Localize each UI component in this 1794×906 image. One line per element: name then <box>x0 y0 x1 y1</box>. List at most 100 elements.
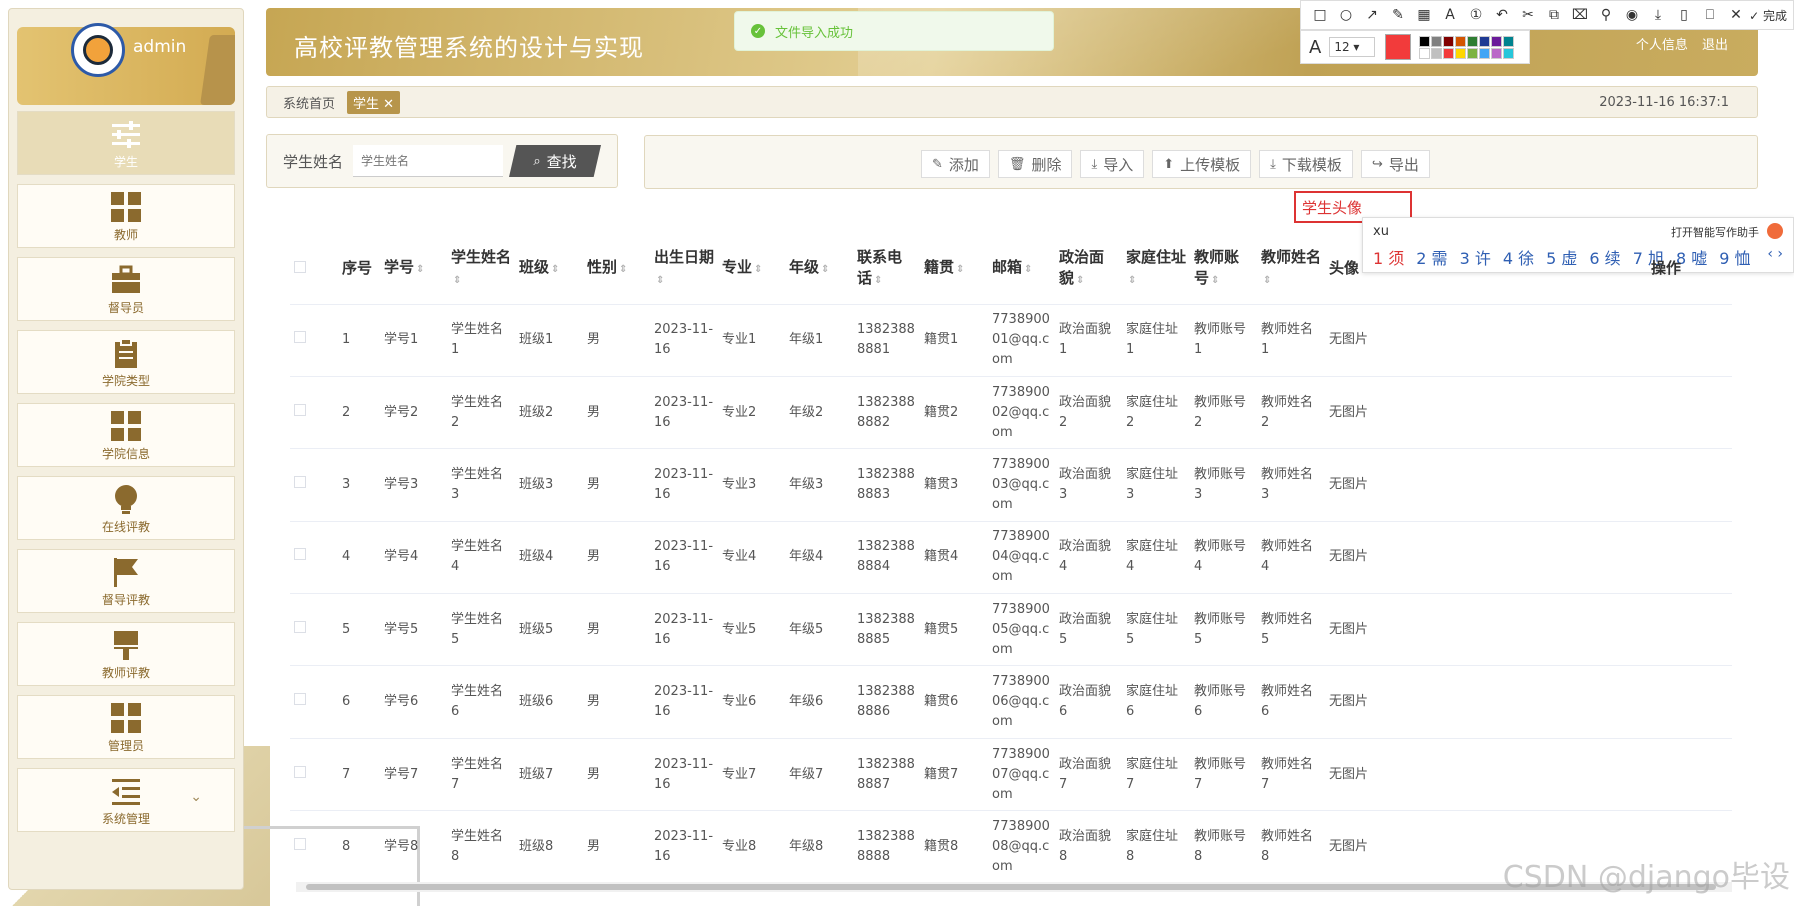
sort-icon[interactable]: ⇕ <box>453 275 461 286</box>
download-template-button[interactable]: ⤓ 下载模板 <box>1259 150 1353 178</box>
column-header[interactable]: 性别 ⇕ <box>583 234 650 305</box>
sidebar-item-8[interactable]: 管理员 <box>17 695 235 759</box>
number-tool-icon[interactable]: ① <box>1463 7 1489 23</box>
table-row[interactable]: 6 学号6 学生姓名6 班级6 男 2023-11-16 专业6 年级6 13823888886… <box>290 665 1732 739</box>
sidebar-item-1[interactable]: 教师 <box>17 184 235 248</box>
sidebar-item-2[interactable]: 督导员 <box>17 257 235 321</box>
search-button[interactable]: ⌕ 查找 <box>509 145 602 177</box>
palette-swatch[interactable] <box>1431 47 1443 59</box>
palette-swatch[interactable] <box>1503 35 1515 47</box>
pin-icon[interactable]: ⚲ <box>1593 7 1619 23</box>
row-checkbox[interactable] <box>294 475 306 488</box>
sort-icon[interactable]: ⇕ <box>956 264 964 275</box>
palette-swatch[interactable] <box>1455 47 1467 59</box>
color-palette[interactable] <box>1419 35 1515 59</box>
ocr-icon[interactable]: ⌧ <box>1567 7 1593 23</box>
sidebar-item-4[interactable]: 学院信息 <box>17 403 235 467</box>
palette-swatch[interactable] <box>1467 35 1479 47</box>
export-button[interactable]: ↪ 导出 <box>1360 150 1430 178</box>
sidebar-item-7[interactable]: 教师评教 <box>17 622 235 686</box>
ellipse-tool-icon[interactable]: ○ <box>1333 7 1359 23</box>
search-input[interactable] <box>353 145 504 177</box>
table-row[interactable]: 3 学号3 学生姓名3 班级3 男 2023-11-16 专业3 年级3 13823888883… <box>290 448 1732 522</box>
delete-button[interactable]: 🗑 删除 <box>997 150 1073 178</box>
sort-icon[interactable]: ⇕ <box>821 264 829 275</box>
row-checkbox[interactable] <box>294 765 306 778</box>
arrow-tool-icon[interactable]: ↗ <box>1359 7 1385 23</box>
done-button[interactable]: ✓ 完成 <box>1749 7 1787 24</box>
row-checkbox[interactable] <box>294 620 306 633</box>
sort-icon[interactable]: ⇕ <box>1263 275 1271 286</box>
row-checkbox[interactable] <box>294 693 306 706</box>
sort-icon[interactable]: ⇕ <box>416 264 424 275</box>
table-row[interactable]: 5 学号5 学生姓名5 班级5 男 2023-11-16 专业5 年级5 13823888885… <box>290 593 1732 667</box>
palette-swatch[interactable] <box>1419 47 1431 59</box>
breadcrumb-home[interactable]: 系统首页 <box>283 93 335 112</box>
sidebar-item-6[interactable]: 督导评教 <box>17 549 235 613</box>
sort-icon[interactable]: ⇕ <box>551 264 559 275</box>
bookmark-icon[interactable]: ⎕ <box>1697 7 1723 23</box>
palette-swatch[interactable] <box>1479 35 1491 47</box>
text-tool-icon[interactable]: A <box>1437 7 1463 23</box>
breadcrumb-tag[interactable]: 学生 ✕ <box>347 90 401 114</box>
rectangle-tool-icon[interactable]: □ <box>1307 7 1333 23</box>
close-icon[interactable]: ✕ <box>1723 7 1749 23</box>
save-icon[interactable]: ▯ <box>1671 7 1697 23</box>
row-checkbox[interactable] <box>294 403 306 416</box>
column-header[interactable]: 班级 ⇕ <box>515 234 583 305</box>
font-size-select[interactable]: 12 ▾ <box>1329 37 1376 57</box>
palette-swatch[interactable] <box>1479 47 1491 59</box>
row-checkbox[interactable] <box>294 837 306 850</box>
ime-page-nav[interactable]: ‹ › <box>1767 246 1783 262</box>
sidebar-item-3[interactable]: 学院类型 <box>17 330 235 394</box>
sidebar-item-0[interactable]: 学生 <box>17 111 235 175</box>
select-all-checkbox[interactable] <box>294 261 306 274</box>
column-header[interactable]: 政治面貌 ⇕ <box>1055 234 1122 305</box>
record-icon[interactable]: ◉ <box>1619 7 1645 23</box>
column-header[interactable]: 教师账号 ⇕ <box>1190 234 1257 305</box>
palette-swatch[interactable] <box>1467 47 1479 59</box>
sidebar-item-5[interactable]: 在线评教 <box>17 476 235 540</box>
column-header[interactable]: 联系电话 ⇕ <box>853 234 920 305</box>
column-header[interactable]: 学生姓名 ⇕ <box>447 234 515 305</box>
palette-swatch[interactable] <box>1443 47 1455 59</box>
sidebar-item-9[interactable]: 系统管理 ⌄ <box>17 768 235 832</box>
table-row[interactable]: 7 学号7 学生姓名7 班级7 男 2023-11-16 专业7 年级7 13823888887… <box>290 738 1732 812</box>
row-checkbox[interactable] <box>294 331 306 344</box>
row-checkbox[interactable] <box>294 548 306 561</box>
sort-icon[interactable]: ⇕ <box>1211 275 1219 286</box>
table-row[interactable]: 2 学号2 学生姓名2 班级2 男 2023-11-16 专业2 年级2 13823888882… <box>290 376 1732 450</box>
current-color-swatch[interactable] <box>1385 34 1412 60</box>
undo-icon[interactable]: ↶ <box>1489 7 1515 23</box>
download-icon[interactable]: ⤓ <box>1645 7 1671 23</box>
column-header[interactable]: 家庭住址 ⇕ <box>1122 234 1190 305</box>
sort-icon[interactable]: ⇕ <box>754 264 762 275</box>
palette-swatch[interactable] <box>1503 47 1515 59</box>
profile-link[interactable]: 个人信息 <box>1636 38 1688 53</box>
translate-icon[interactable]: ⧉ <box>1541 7 1567 23</box>
palette-swatch[interactable] <box>1455 35 1467 47</box>
scissors-icon[interactable]: ✂ <box>1515 7 1541 23</box>
upload-template-button[interactable]: ⬆ 上传模板 <box>1152 150 1252 178</box>
pen-tool-icon[interactable]: ✎ <box>1385 7 1411 23</box>
palette-swatch[interactable] <box>1431 35 1443 47</box>
table-row[interactable]: 1 学号1 学生姓名1 班级1 男 2023-11-16 专业1 年级1 13823888881… <box>290 304 1732 377</box>
sort-icon[interactable]: ⇕ <box>656 275 664 286</box>
logout-link[interactable]: 退出 <box>1702 38 1728 53</box>
palette-swatch[interactable] <box>1419 35 1431 47</box>
palette-swatch[interactable] <box>1443 35 1455 47</box>
column-header[interactable]: 出生日期 ⇕ <box>650 234 718 305</box>
column-header[interactable]: 邮箱 ⇕ <box>988 234 1055 305</box>
palette-swatch[interactable] <box>1491 35 1503 47</box>
user-card[interactable] <box>17 27 235 105</box>
column-header[interactable]: 学号 ⇕ <box>380 234 447 305</box>
sort-icon[interactable]: ⇕ <box>1076 275 1084 286</box>
sort-icon[interactable]: ⇕ <box>1024 264 1032 275</box>
import-button[interactable]: ⤓ 导入 <box>1080 150 1145 178</box>
column-header[interactable]: 籍贯 ⇕ <box>920 234 988 305</box>
palette-swatch[interactable] <box>1491 47 1503 59</box>
add-button[interactable]: ✎ 添加 <box>921 150 990 178</box>
sort-icon[interactable]: ⇕ <box>874 275 882 286</box>
table-row[interactable]: 4 学号4 学生姓名4 班级4 男 2023-11-16 专业4 年级4 13823888884… <box>290 521 1732 595</box>
sort-icon[interactable]: ⇕ <box>1128 275 1136 286</box>
